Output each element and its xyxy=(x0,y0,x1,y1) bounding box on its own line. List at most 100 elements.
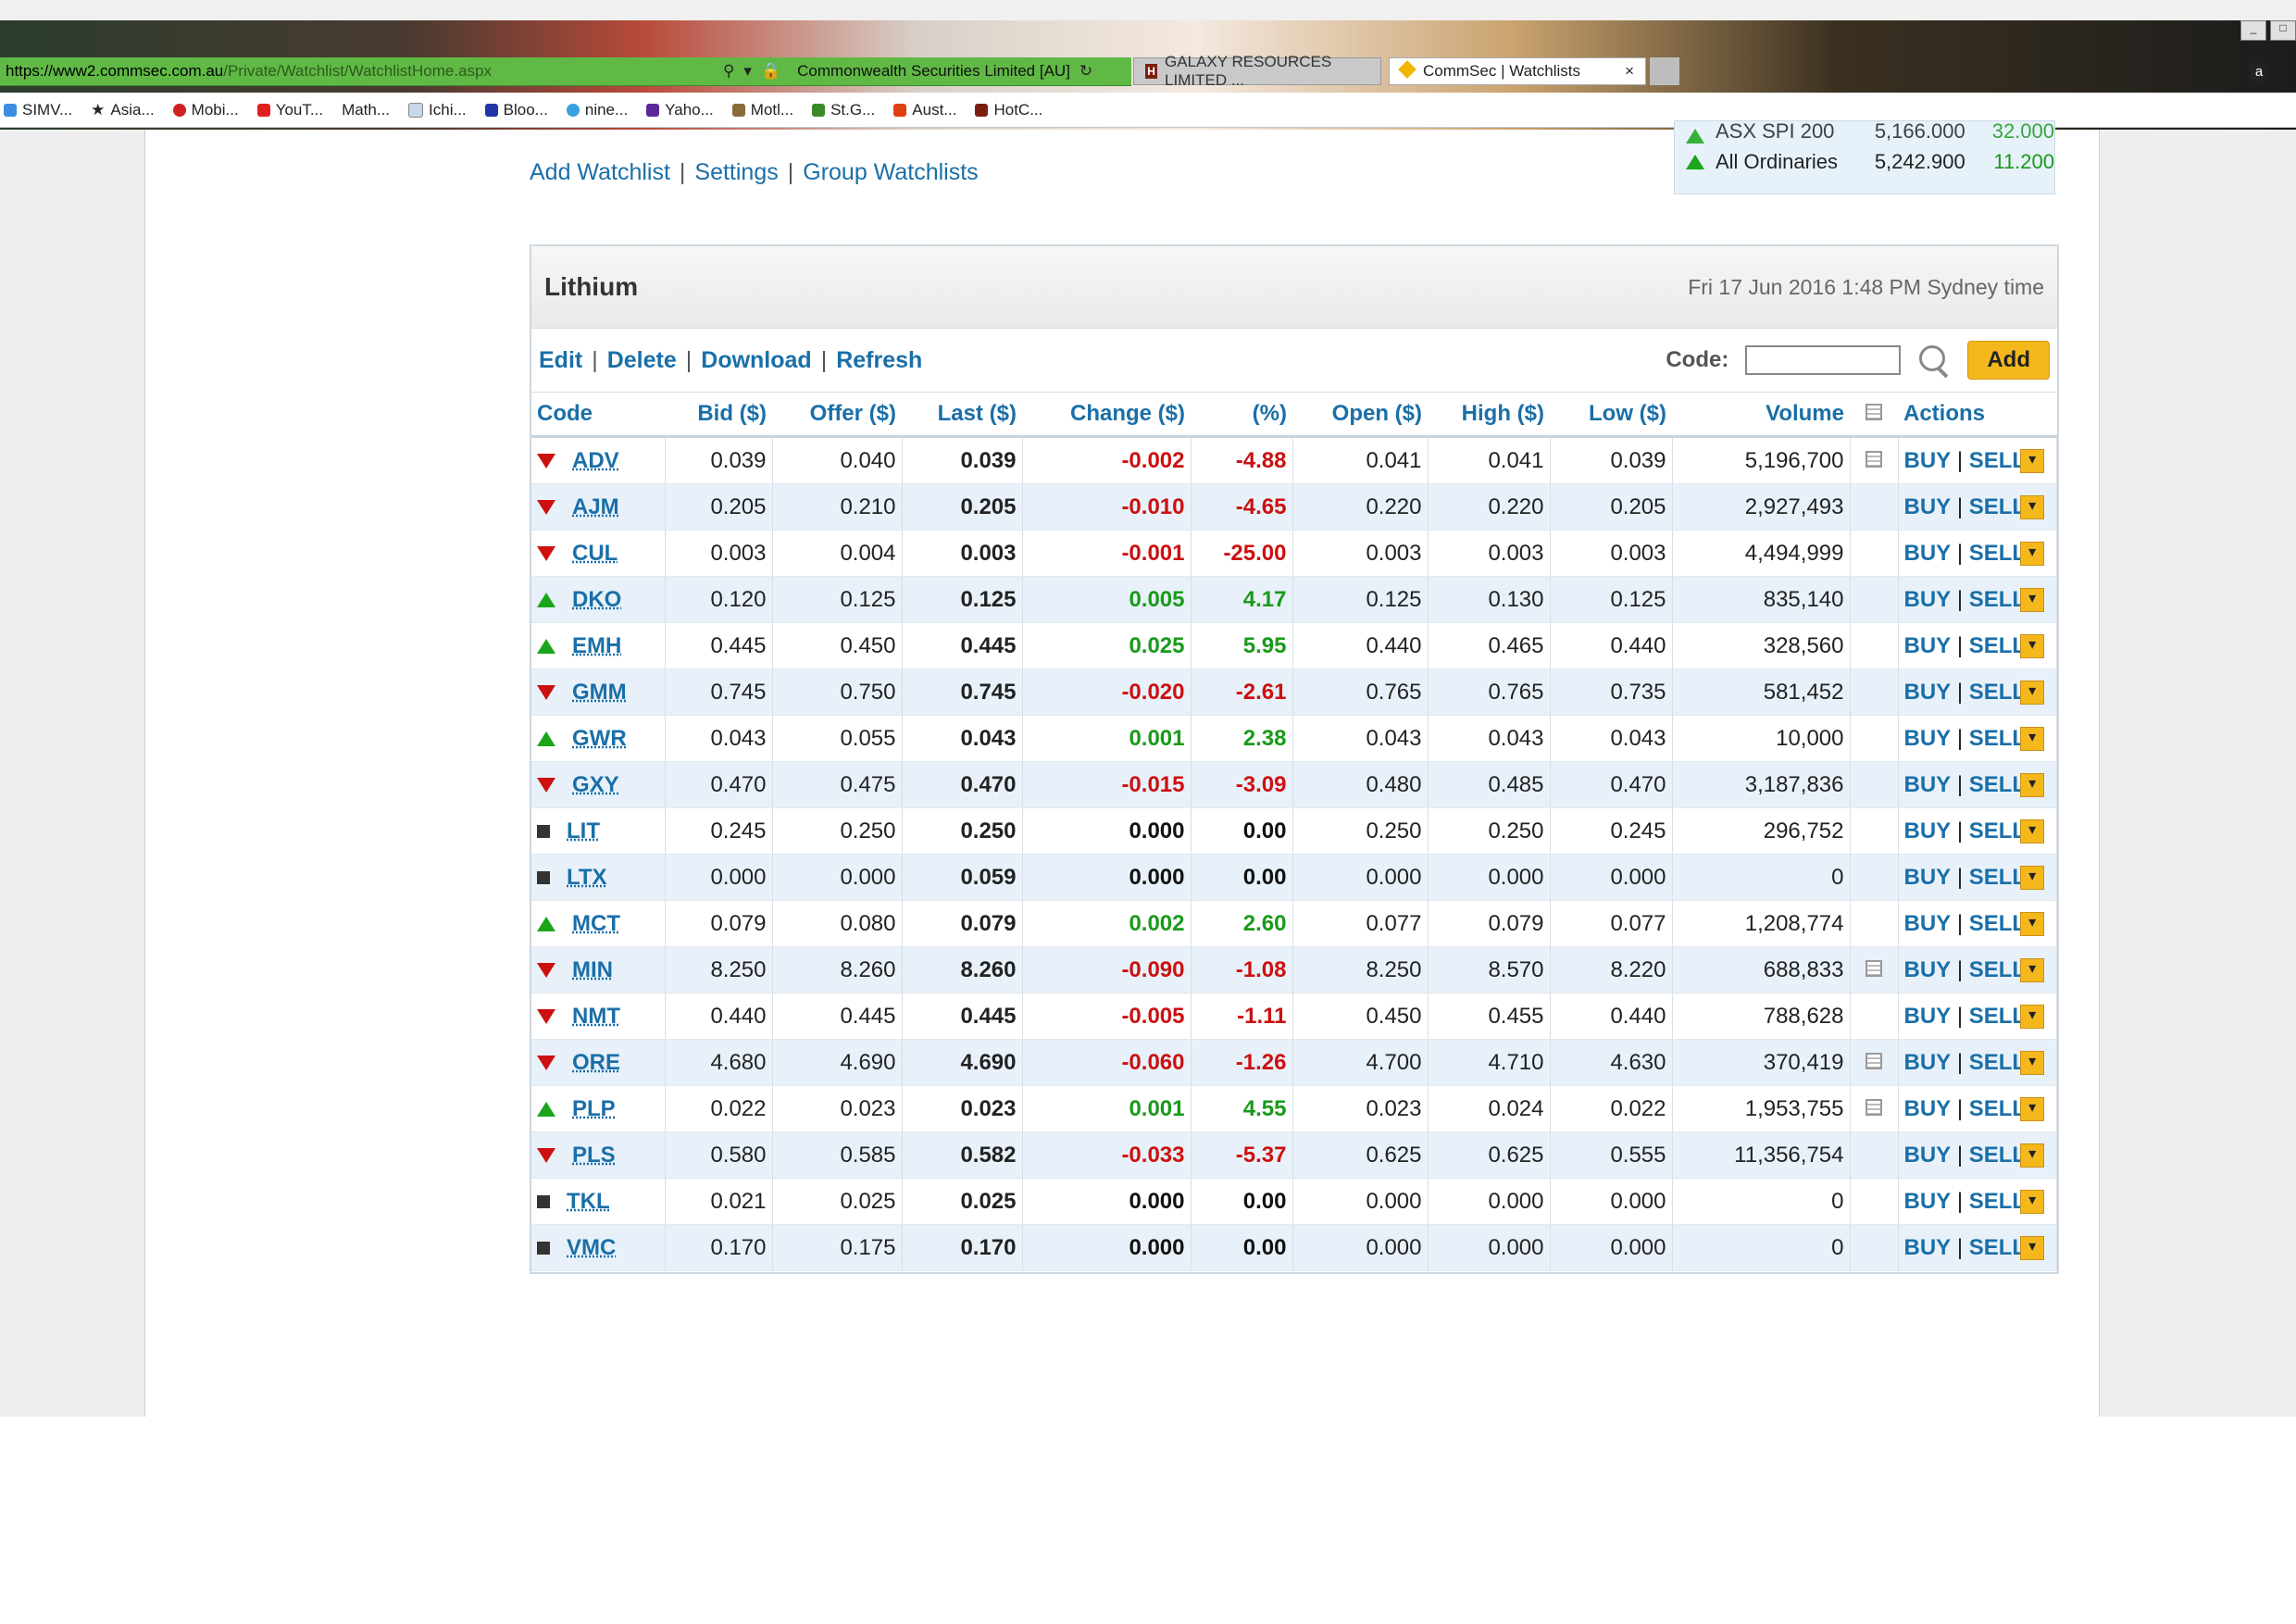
column-header-open[interactable]: Open ($) xyxy=(1292,393,1428,438)
tab-galaxy-resources[interactable]: H GALAXY RESOURCES LIMITED ... xyxy=(1133,53,1381,89)
sell-link[interactable]: SELL xyxy=(1969,865,2026,890)
chevron-down-icon[interactable]: ▾ xyxy=(2020,1051,2045,1076)
chevron-down-icon[interactable]: ▾ xyxy=(2020,866,2045,891)
chart-icon[interactable] xyxy=(1866,450,1882,468)
table-row[interactable]: PLP 0.022 0.023 0.023 0.001 4.55 0.023 0.024 0.0… xyxy=(531,1085,2057,1132)
sell-link[interactable]: SELL xyxy=(1969,957,2026,982)
tab-commsec-watchlists[interactable]: CommSec | Watchlists × xyxy=(1389,57,1646,85)
buy-link[interactable]: BUY xyxy=(1904,1096,1952,1121)
chevron-down-icon[interactable]: ▾ xyxy=(2020,912,2045,937)
stock-code-link[interactable]: ADV xyxy=(572,448,619,474)
stock-code-link[interactable]: VMC xyxy=(567,1235,616,1261)
chart-icon[interactable] xyxy=(1866,959,1882,977)
chevron-down-icon[interactable]: ▾ xyxy=(2020,1236,2045,1261)
table-row[interactable]: EMH 0.445 0.450 0.445 0.025 5.95 0.440 0.465 0.4… xyxy=(531,622,2057,669)
stock-code-link[interactable]: DKO xyxy=(572,587,621,613)
stock-code-link[interactable]: PLP xyxy=(572,1096,616,1122)
column-header-offer[interactable]: Offer ($) xyxy=(772,393,902,438)
buy-link[interactable]: BUY xyxy=(1904,1189,1952,1214)
maximize-icon[interactable]: □ xyxy=(2270,20,2296,41)
table-row[interactable]: CUL 0.003 0.004 0.003 -0.001 -25.00 0.003 0.003… xyxy=(531,530,2057,577)
refresh-link[interactable]: Refresh xyxy=(836,347,922,374)
sell-link[interactable]: SELL xyxy=(1969,494,2026,519)
chart-icon[interactable] xyxy=(1866,1052,1882,1069)
chevron-down-icon[interactable]: ▾ xyxy=(2020,495,2045,520)
buy-link[interactable]: BUY xyxy=(1904,680,1952,705)
table-row[interactable]: GXY 0.470 0.475 0.470 -0.015 -3.09 0.480 0.485 0… xyxy=(531,761,2057,808)
buy-link[interactable]: BUY xyxy=(1904,1050,1952,1075)
bookmark-yahoo[interactable]: Yaho... xyxy=(646,101,714,119)
bookmark-hotcopper[interactable]: HotC... xyxy=(975,101,1042,119)
table-row[interactable]: GWR 0.043 0.055 0.043 0.001 2.38 0.043 0.043 0.0… xyxy=(531,715,2057,762)
bookmark-youtube[interactable]: YouT... xyxy=(256,101,323,119)
add-watchlist-link[interactable]: Add Watchlist xyxy=(530,159,670,186)
bookmark-bloomberg[interactable]: Bloo... xyxy=(484,101,548,119)
bookmark-simv[interactable]: SIMV... xyxy=(4,101,72,119)
stock-code-link[interactable]: GWR xyxy=(572,726,627,752)
settings-link[interactable]: Settings xyxy=(694,159,778,186)
buy-link[interactable]: BUY xyxy=(1904,1235,1952,1260)
stock-code-link[interactable]: GXY xyxy=(572,772,619,798)
column-header-bid[interactable]: Bid ($) xyxy=(665,393,772,438)
stock-code-link[interactable]: MIN xyxy=(572,957,613,983)
stock-code-link[interactable]: NMT xyxy=(572,1004,620,1030)
code-input[interactable] xyxy=(1745,345,1902,375)
bookmark-mobi[interactable]: Mobi... xyxy=(172,101,239,119)
sell-link[interactable]: SELL xyxy=(1969,541,2026,566)
sell-link[interactable]: SELL xyxy=(1969,680,2026,705)
table-row[interactable]: MCT 0.079 0.080 0.079 0.002 2.60 0.077 0.079 0.0… xyxy=(531,900,2057,947)
dropdown-icon[interactable]: ▾ xyxy=(743,62,752,81)
chevron-down-icon[interactable]: ▾ xyxy=(2020,542,2045,567)
chevron-down-icon[interactable]: ▾ xyxy=(2020,727,2045,752)
buy-link[interactable]: BUY xyxy=(1904,865,1952,890)
bookmark-motley[interactable]: Motl... xyxy=(731,101,793,119)
bookmark-asia[interactable]: ★ Asia... xyxy=(91,101,155,119)
bookmark-aust[interactable]: Aust... xyxy=(893,101,956,119)
bookmark-nine[interactable]: nine... xyxy=(566,101,628,119)
chevron-down-icon[interactable]: ▾ xyxy=(2020,819,2045,844)
download-link[interactable]: Download xyxy=(701,347,811,374)
column-header-change[interactable]: Change ($) xyxy=(1022,393,1191,438)
table-row[interactable]: LTX 0.000 0.000 0.059 0.000 0.00 0.000 0.000 0.0… xyxy=(531,854,2057,901)
index-row[interactable]: All Ordinaries 5,242.900 11.200 xyxy=(1675,144,2054,181)
bookmark-math[interactable]: Math... xyxy=(342,101,390,119)
table-row[interactable]: NMT 0.440 0.445 0.445 -0.005 -1.11 0.450 0.455 0… xyxy=(531,993,2057,1040)
buy-link[interactable]: BUY xyxy=(1904,587,1952,612)
chevron-down-icon[interactable]: ▾ xyxy=(2020,634,2045,659)
stock-code-link[interactable]: AJM xyxy=(572,494,619,520)
buy-link[interactable]: BUY xyxy=(1904,772,1952,797)
table-row[interactable]: ADV 0.039 0.040 0.039 -0.002 -4.88 0.041 0.041 0… xyxy=(531,436,2057,484)
buy-link[interactable]: BUY xyxy=(1904,957,1952,982)
search-icon[interactable] xyxy=(1917,344,1951,379)
stock-code-link[interactable]: MCT xyxy=(572,911,620,937)
column-header-high[interactable]: High ($) xyxy=(1428,393,1550,438)
new-tab-button[interactable] xyxy=(1650,57,1679,85)
table-row[interactable]: DKO 0.120 0.125 0.125 0.005 4.17 0.125 0.130 0.1… xyxy=(531,576,2057,623)
table-row[interactable]: GMM 0.745 0.750 0.745 -0.020 -2.61 0.765 0.765 0… xyxy=(531,668,2057,716)
buy-link[interactable]: BUY xyxy=(1904,448,1952,473)
sell-link[interactable]: SELL xyxy=(1969,633,2026,658)
buy-link[interactable]: BUY xyxy=(1904,1004,1952,1029)
table-row[interactable]: ORE 4.680 4.690 4.690 -0.060 -1.26 4.700 4.710 4… xyxy=(531,1039,2057,1086)
chevron-down-icon[interactable]: ▾ xyxy=(2020,773,2045,798)
buy-link[interactable]: BUY xyxy=(1904,726,1952,751)
column-header-last[interactable]: Last ($) xyxy=(902,393,1022,438)
stock-code-link[interactable]: EMH xyxy=(572,633,621,659)
minimize-icon[interactable]: _ xyxy=(2240,20,2266,41)
bookmark-ichi[interactable]: Ichi... xyxy=(408,101,467,119)
table-row[interactable]: TKL 0.021 0.025 0.025 0.000 0.00 0.000 0.000 0.0… xyxy=(531,1178,2057,1225)
add-button[interactable]: Add xyxy=(1967,341,2050,380)
sell-link[interactable]: SELL xyxy=(1969,448,2026,473)
table-row[interactable]: MIN 8.250 8.260 8.260 -0.090 -1.08 8.250 8.570 8… xyxy=(531,946,2057,993)
group-watchlists-link[interactable]: Group Watchlists xyxy=(803,159,978,186)
chevron-down-icon[interactable]: ▾ xyxy=(2020,449,2045,474)
chevron-down-icon[interactable]: ▾ xyxy=(2020,588,2045,613)
search-icon[interactable]: ⚲ xyxy=(723,62,734,81)
sell-link[interactable]: SELL xyxy=(1969,1143,2026,1168)
column-header-percent[interactable]: (%) xyxy=(1191,393,1292,438)
sell-link[interactable]: SELL xyxy=(1969,587,2026,612)
sell-link[interactable]: SELL xyxy=(1969,1050,2026,1075)
buy-link[interactable]: BUY xyxy=(1904,911,1952,936)
sell-link[interactable]: SELL xyxy=(1969,1189,2026,1214)
stock-code-link[interactable]: CUL xyxy=(572,541,618,567)
